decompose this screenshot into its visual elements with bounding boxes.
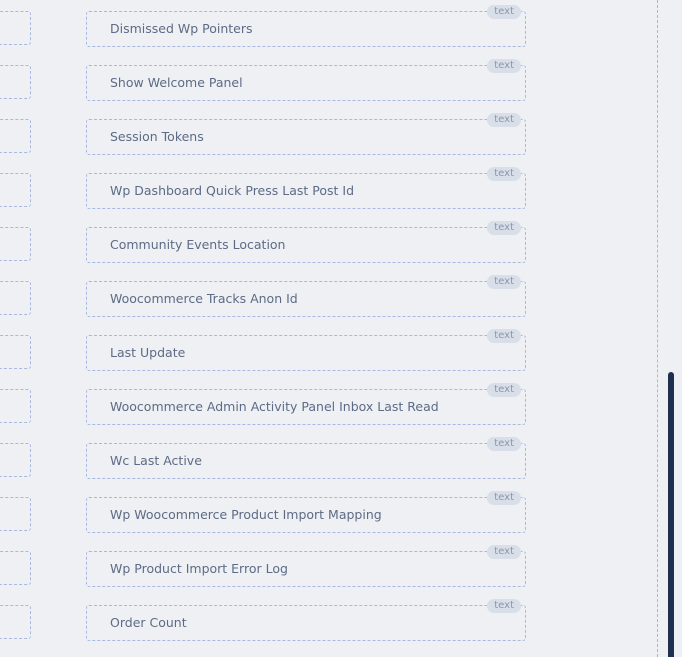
- field-type-badge: text: [487, 545, 521, 559]
- field-dismissed-wp-pointers[interactable]: Dismissed Wp Pointers text: [86, 5, 526, 47]
- field-type-badge: text: [487, 113, 521, 127]
- field-label: Wp Dashboard Quick Press Last Post Id: [110, 183, 355, 198]
- left-column-field[interactable]: [0, 227, 31, 261]
- field-label: Dismissed Wp Pointers: [110, 21, 253, 36]
- field-label: Show Welcome Panel: [110, 75, 243, 90]
- field-type-badge: text: [487, 59, 521, 73]
- field-type-badge: text: [487, 437, 521, 451]
- field-order-count[interactable]: Order Count text: [86, 599, 526, 641]
- left-column-field[interactable]: [0, 443, 31, 477]
- left-column-field[interactable]: [0, 497, 31, 531]
- field-last-update[interactable]: Last Update text: [86, 329, 526, 371]
- field-woocommerce-tracks-anon-id[interactable]: Woocommerce Tracks Anon Id text: [86, 275, 526, 317]
- field-community-events-location[interactable]: Community Events Location text: [86, 221, 526, 263]
- field-label: Wc Last Active: [110, 453, 202, 468]
- field-label: Community Events Location: [110, 237, 286, 252]
- left-column-field[interactable]: [0, 11, 31, 45]
- field-type-badge: text: [487, 329, 521, 343]
- field-label: Wp Woocommerce Product Import Mapping: [110, 507, 382, 522]
- field-label: Wp Product Import Error Log: [110, 561, 288, 576]
- field-label: Session Tokens: [110, 129, 204, 144]
- left-column-field[interactable]: [0, 119, 31, 153]
- field-type-badge: text: [487, 275, 521, 289]
- field-wp-product-import-error-log[interactable]: Wp Product Import Error Log text: [86, 545, 526, 587]
- left-column-field[interactable]: [0, 551, 31, 585]
- field-type-badge: text: [487, 221, 521, 235]
- field-session-tokens[interactable]: Session Tokens text: [86, 113, 526, 155]
- left-column-field[interactable]: [0, 605, 31, 639]
- field-show-welcome-panel[interactable]: Show Welcome Panel text: [86, 59, 526, 101]
- field-wp-dashboard-quick-press[interactable]: Wp Dashboard Quick Press Last Post Id te…: [86, 167, 526, 209]
- field-label: Woocommerce Admin Activity Panel Inbox L…: [110, 399, 439, 414]
- left-column-field[interactable]: [0, 173, 31, 207]
- field-label: Last Update: [110, 345, 186, 360]
- field-type-badge: text: [487, 383, 521, 397]
- field-type-badge: text: [487, 491, 521, 505]
- left-column-field[interactable]: [0, 389, 31, 423]
- field-woocommerce-admin-activity-panel[interactable]: Woocommerce Admin Activity Panel Inbox L…: [86, 383, 526, 425]
- field-wp-woocommerce-product-import-mapping[interactable]: Wp Woocommerce Product Import Mapping te…: [86, 491, 526, 533]
- field-wc-last-active[interactable]: Wc Last Active text: [86, 437, 526, 479]
- field-type-badge: text: [487, 599, 521, 613]
- left-column-field[interactable]: [0, 65, 31, 99]
- left-column-field[interactable]: [0, 281, 31, 315]
- field-label: Woocommerce Tracks Anon Id: [110, 291, 298, 306]
- field-type-badge: text: [487, 167, 521, 181]
- scrollbar-thumb[interactable]: [668, 372, 674, 657]
- layout-guide-line: [657, 0, 658, 657]
- field-type-badge: text: [487, 5, 521, 19]
- field-label: Order Count: [110, 615, 187, 630]
- left-column-field[interactable]: [0, 335, 31, 369]
